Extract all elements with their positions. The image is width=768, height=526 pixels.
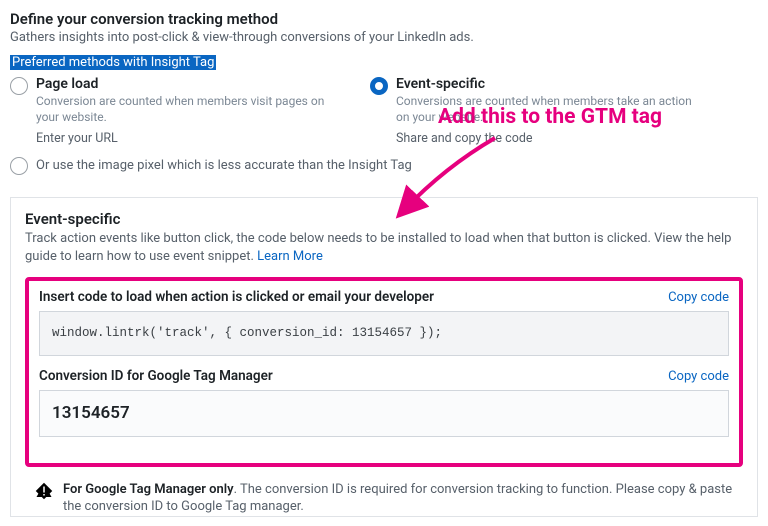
option-sublabel: Enter your URL xyxy=(36,131,340,146)
highlighted-label: Preferred methods with Insight Tag xyxy=(10,55,216,70)
event-specific-panel: Event-specific Track action events like … xyxy=(10,197,758,517)
code-snippet-box[interactable]: window.lintrk('track', { conversion_id: … xyxy=(39,311,729,356)
alert-icon xyxy=(35,482,53,500)
option-desc: Conversions are counted when members tak… xyxy=(396,94,700,125)
copy-code-button[interactable]: Copy code xyxy=(668,290,729,305)
panel-title: Event-specific xyxy=(25,210,743,228)
option-sublabel: Share and copy the code xyxy=(396,131,700,146)
option-title: Event-specific xyxy=(396,76,700,92)
gtm-info-note: For Google Tag Manager only. The convers… xyxy=(25,481,743,516)
gtm-id-label: Conversion ID for Google Tag Manager xyxy=(39,368,273,384)
copy-id-button[interactable]: Copy code xyxy=(668,369,729,384)
tracking-method-options: Page load Conversion are counted when me… xyxy=(10,76,758,146)
learn-more-link[interactable]: Learn More xyxy=(257,249,323,264)
panel-description: Track action events like button click, t… xyxy=(25,230,743,265)
conversion-id-box[interactable]: 13154657 xyxy=(39,390,729,436)
radio-unselected-icon[interactable] xyxy=(10,157,28,175)
option-page-load[interactable]: Page load Conversion are counted when me… xyxy=(10,76,340,146)
option-or-text: Or use the image pixel which is less acc… xyxy=(36,158,412,173)
option-event-specific[interactable]: Event-specific Conversions are counted w… xyxy=(370,76,700,146)
insert-code-label: Insert code to load when action is click… xyxy=(39,289,434,305)
page-subtitle: Gathers insights into post-click & view-… xyxy=(10,30,758,45)
radio-unselected-icon[interactable] xyxy=(10,77,28,95)
info-bold: For Google Tag Manager only xyxy=(63,482,234,497)
option-title: Page load xyxy=(36,76,340,92)
option-image-pixel[interactable]: Or use the image pixel which is less acc… xyxy=(10,156,758,175)
option-desc: Conversion are counted when members visi… xyxy=(36,94,340,125)
code-highlight-box: Insert code to load when action is click… xyxy=(25,277,743,466)
radio-selected-icon[interactable] xyxy=(370,77,388,95)
page-header: Define your conversion tracking method G… xyxy=(10,10,758,76)
page-title: Define your conversion tracking method xyxy=(10,10,758,28)
